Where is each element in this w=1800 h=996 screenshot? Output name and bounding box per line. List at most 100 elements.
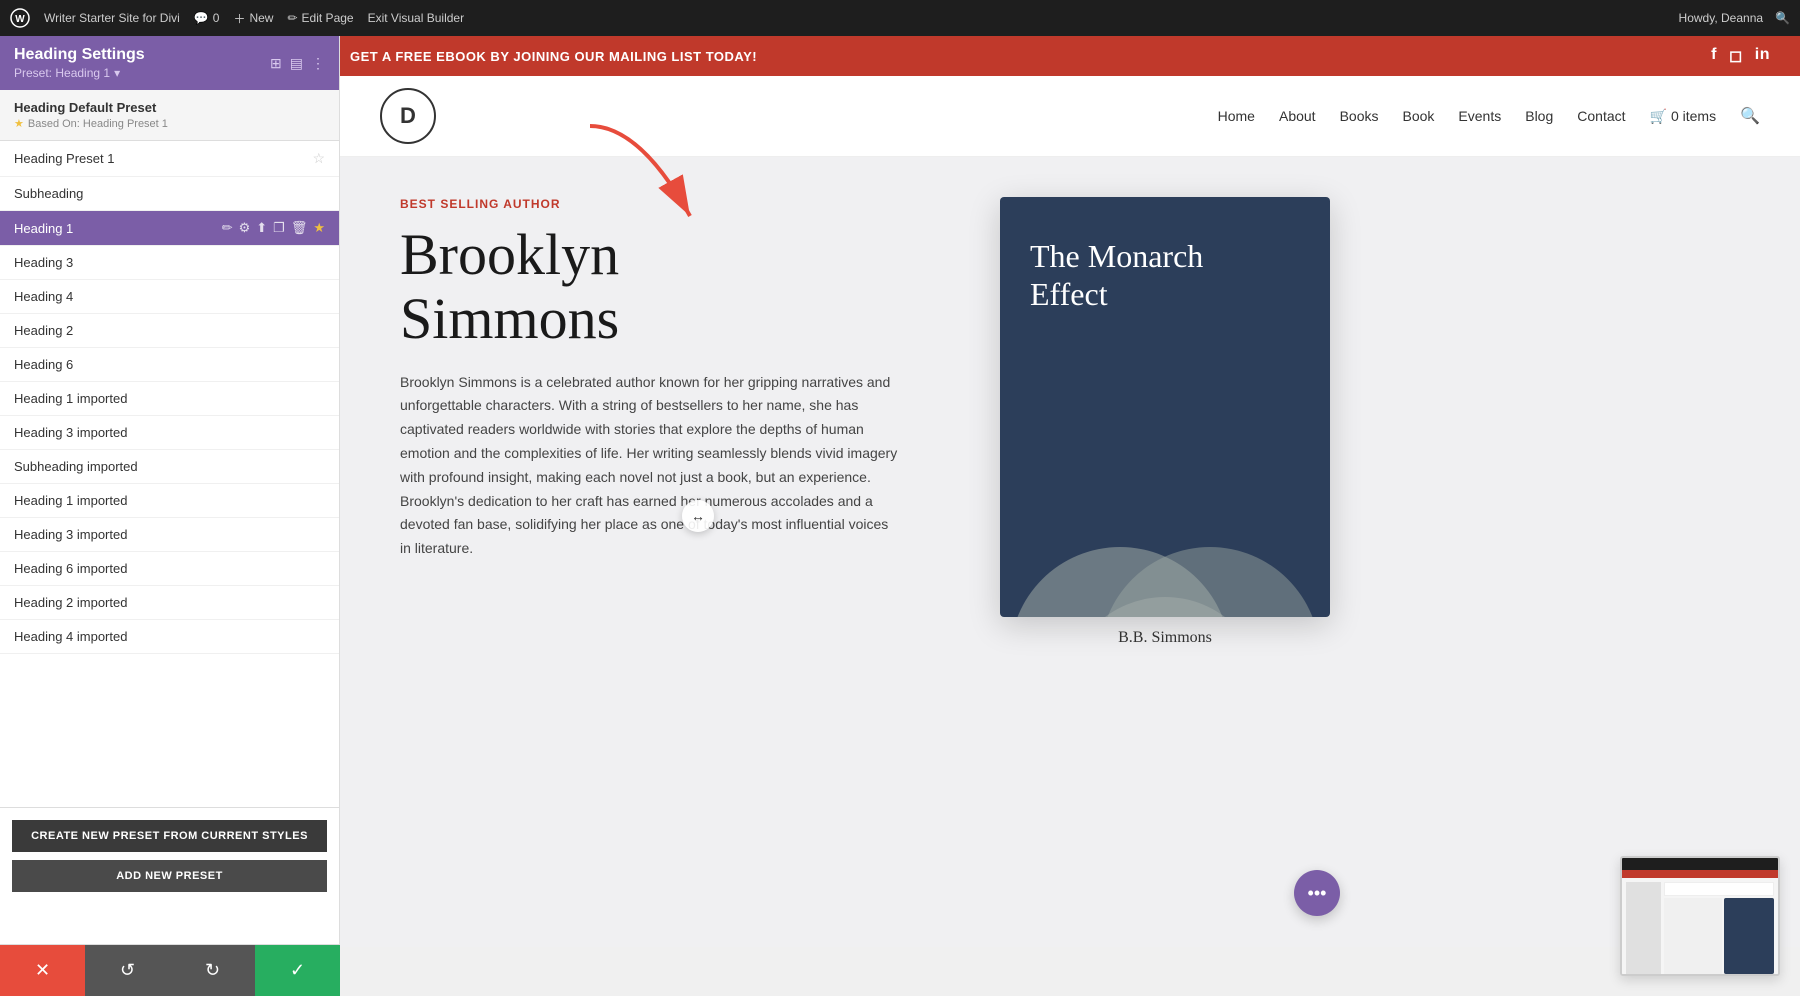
mini-panel-col <box>1626 882 1661 974</box>
nav-book[interactable]: Book <box>1403 108 1435 124</box>
preset-item-heading-6[interactable]: Heading 6 <box>0 348 339 382</box>
panel-content: Heading Settings Preset: Heading 1 ▾ ⊞ ▤… <box>0 36 339 996</box>
fab-dots-icon: ••• <box>1308 883 1327 904</box>
author-bio: Brooklyn Simmons is a celebrated author … <box>400 371 900 561</box>
preset-item-heading-3-imported-2[interactable]: Heading 3 imported <box>0 518 339 552</box>
preset-item-heading-6-imported[interactable]: Heading 6 imported <box>0 552 339 586</box>
preset-item-heading-4-imported[interactable]: Heading 4 imported <box>0 620 339 654</box>
linkedin-icon[interactable]: in <box>1755 46 1770 66</box>
book-section: The MonarchEffect B.B. Simmons <box>1000 197 1330 907</box>
comment-icon: 💬 <box>194 11 209 25</box>
comments-link[interactable]: 💬 0 <box>194 11 220 25</box>
preset-item-heading-1-imported-2[interactable]: Heading 1 imported <box>0 484 339 518</box>
preset-item-heading-4[interactable]: Heading 4 <box>0 280 339 314</box>
mini-top-bar <box>1622 870 1778 878</box>
settings-icon[interactable]: ⚙ <box>239 220 251 236</box>
bottom-action-bar: ✕ ↺ ↻ ✓ <box>0 944 340 996</box>
default-preset-section: Heading Default Preset ★ Based On: Headi… <box>0 90 339 141</box>
site-nav: Home About Books Book Events Blog Contac… <box>1218 106 1760 126</box>
cart-label: 0 items <box>1671 108 1716 124</box>
cancel-icon: ✕ <box>35 960 50 981</box>
undo-button[interactable]: ↺ <box>85 945 170 996</box>
howdy-label: Howdy, Deanna <box>1679 11 1764 25</box>
instagram-icon[interactable]: ◻ <box>1729 46 1743 66</box>
exit-builder-link[interactable]: Exit Visual Builder <box>368 11 465 25</box>
preset-label[interactable]: Preset: Heading 1 <box>14 66 110 80</box>
logo-letter: D <box>400 103 416 129</box>
plus-icon: ＋ <box>233 10 245 27</box>
new-link[interactable]: ＋ New <box>233 10 273 27</box>
redo-button[interactable]: ↻ <box>170 945 255 996</box>
add-preset-button[interactable]: ADD NEW PRESET <box>12 860 327 892</box>
panel-subtitle: Preset: Heading 1 ▾ <box>14 66 145 80</box>
site-main-content: BEST SELLING AUTHOR BrooklynSimmons Broo… <box>340 157 1800 947</box>
preset-item-heading-1-imported-1[interactable]: Heading 1 imported <box>0 382 339 416</box>
favorite-icon[interactable]: ★ <box>313 220 325 236</box>
panel-title: Heading Settings <box>14 46 145 64</box>
redo-icon: ↻ <box>205 960 220 981</box>
site-link[interactable]: Writer Starter Site for Divi <box>44 11 180 25</box>
mini-admin-bar <box>1622 858 1778 870</box>
pencil-icon: ✏ <box>287 11 297 25</box>
edit-icon[interactable]: ✏ <box>222 220 233 236</box>
facebook-icon[interactable]: f <box>1711 46 1717 66</box>
social-icons-bar: f ◻ in <box>1711 46 1790 66</box>
scroll-toggle-button[interactable]: ↔ <box>682 500 714 532</box>
best-seller-label: BEST SELLING AUTHOR <box>400 197 960 211</box>
preset-item-heading-3[interactable]: Heading 3 <box>0 246 339 280</box>
site-header: D Home About Books Book Events Blog Cont… <box>340 76 1800 157</box>
wp-logo-icon[interactable]: W <box>10 8 30 28</box>
export-icon[interactable]: ⬆ <box>256 220 267 236</box>
panel-header-icons: ⊞ ▤ ⋮ <box>270 55 325 72</box>
copy-icon[interactable]: ❐ <box>273 220 285 236</box>
panel-header: Heading Settings Preset: Heading 1 ▾ ⊞ ▤… <box>0 36 339 90</box>
preset-item-heading-3-imported-1[interactable]: Heading 3 imported <box>0 416 339 450</box>
search-icon[interactable]: 🔍 <box>1775 11 1790 25</box>
chevron-down-icon: ▾ <box>114 66 120 80</box>
left-panel: Heading Settings Preset: Heading 1 ▾ ⊞ ▤… <box>0 36 340 996</box>
book-author-name: B.B. Simmons <box>1000 629 1330 647</box>
preset-item-heading-2-imported[interactable]: Heading 2 imported <box>0 586 339 620</box>
nav-about[interactable]: About <box>1279 108 1316 124</box>
presets-list: Heading Preset 1 ☆ Subheading Heading 1 … <box>0 141 339 807</box>
mini-screenshot-preview <box>1620 856 1780 976</box>
author-name: BrooklynSimmons <box>400 223 960 351</box>
create-preset-button[interactable]: CREATE NEW PRESET FROM CURRENT STYLES <box>12 820 327 852</box>
more-icon[interactable]: ⋮ <box>311 55 325 72</box>
preset-item-subheading[interactable]: Subheading <box>0 177 339 211</box>
admin-bar: W Writer Starter Site for Divi 💬 0 ＋ New… <box>0 0 1800 36</box>
nav-books[interactable]: Books <box>1340 108 1379 124</box>
preset-item-heading-1[interactable]: Heading 1 ✏ ⚙ ⬆ ❐ 🗑 ★ <box>0 211 339 246</box>
nav-cart[interactable]: 🛒 0 items <box>1650 108 1717 125</box>
author-section: BEST SELLING AUTHOR BrooklynSimmons Broo… <box>400 197 960 907</box>
undo-icon: ↺ <box>120 960 135 981</box>
site-logo[interactable]: D <box>380 88 436 144</box>
confirm-button[interactable]: ✓ <box>255 945 340 996</box>
preset-item-heading-preset-1[interactable]: Heading Preset 1 ☆ <box>0 141 339 177</box>
nav-search-icon[interactable]: 🔍 <box>1740 106 1760 126</box>
preset-star-icon[interactable]: ☆ <box>312 150 325 167</box>
announcement-text: GET A FREE EBOOK BY JOINING OUR MAILING … <box>350 49 757 64</box>
delete-icon[interactable]: 🗑 <box>291 220 308 236</box>
preset-1-actions: ✏ ⚙ ⬆ ❐ 🗑 ★ <box>222 220 325 236</box>
panel-footer: CREATE NEW PRESET FROM CURRENT STYLES AD… <box>0 807 339 904</box>
cancel-button[interactable]: ✕ <box>0 945 85 996</box>
book-title: The MonarchEffect <box>1030 237 1203 314</box>
layout-icon[interactable]: ▤ <box>290 55 303 72</box>
svg-text:W: W <box>15 14 25 25</box>
fab-button[interactable]: ••• <box>1294 870 1340 916</box>
edit-page-link[interactable]: ✏ Edit Page <box>287 11 353 25</box>
nav-events[interactable]: Events <box>1458 108 1501 124</box>
window-icon[interactable]: ⊞ <box>270 55 282 72</box>
nav-contact[interactable]: Contact <box>1577 108 1625 124</box>
site-content: ↔ GET A FREE EBOOK BY JOINING OUR MAILIN… <box>340 36 1800 996</box>
preset-item-subheading-imported[interactable]: Subheading imported <box>0 450 339 484</box>
nav-home[interactable]: Home <box>1218 108 1255 124</box>
nav-blog[interactable]: Blog <box>1525 108 1553 124</box>
star-icon: ★ <box>14 117 24 130</box>
arrow-left-right-icon: ↔ <box>691 508 705 524</box>
preset-based-on: ★ Based On: Heading Preset 1 <box>14 117 325 130</box>
preset-item-heading-2[interactable]: Heading 2 <box>0 314 339 348</box>
confirm-icon: ✓ <box>290 960 305 981</box>
cart-icon: 🛒 <box>1650 108 1667 125</box>
